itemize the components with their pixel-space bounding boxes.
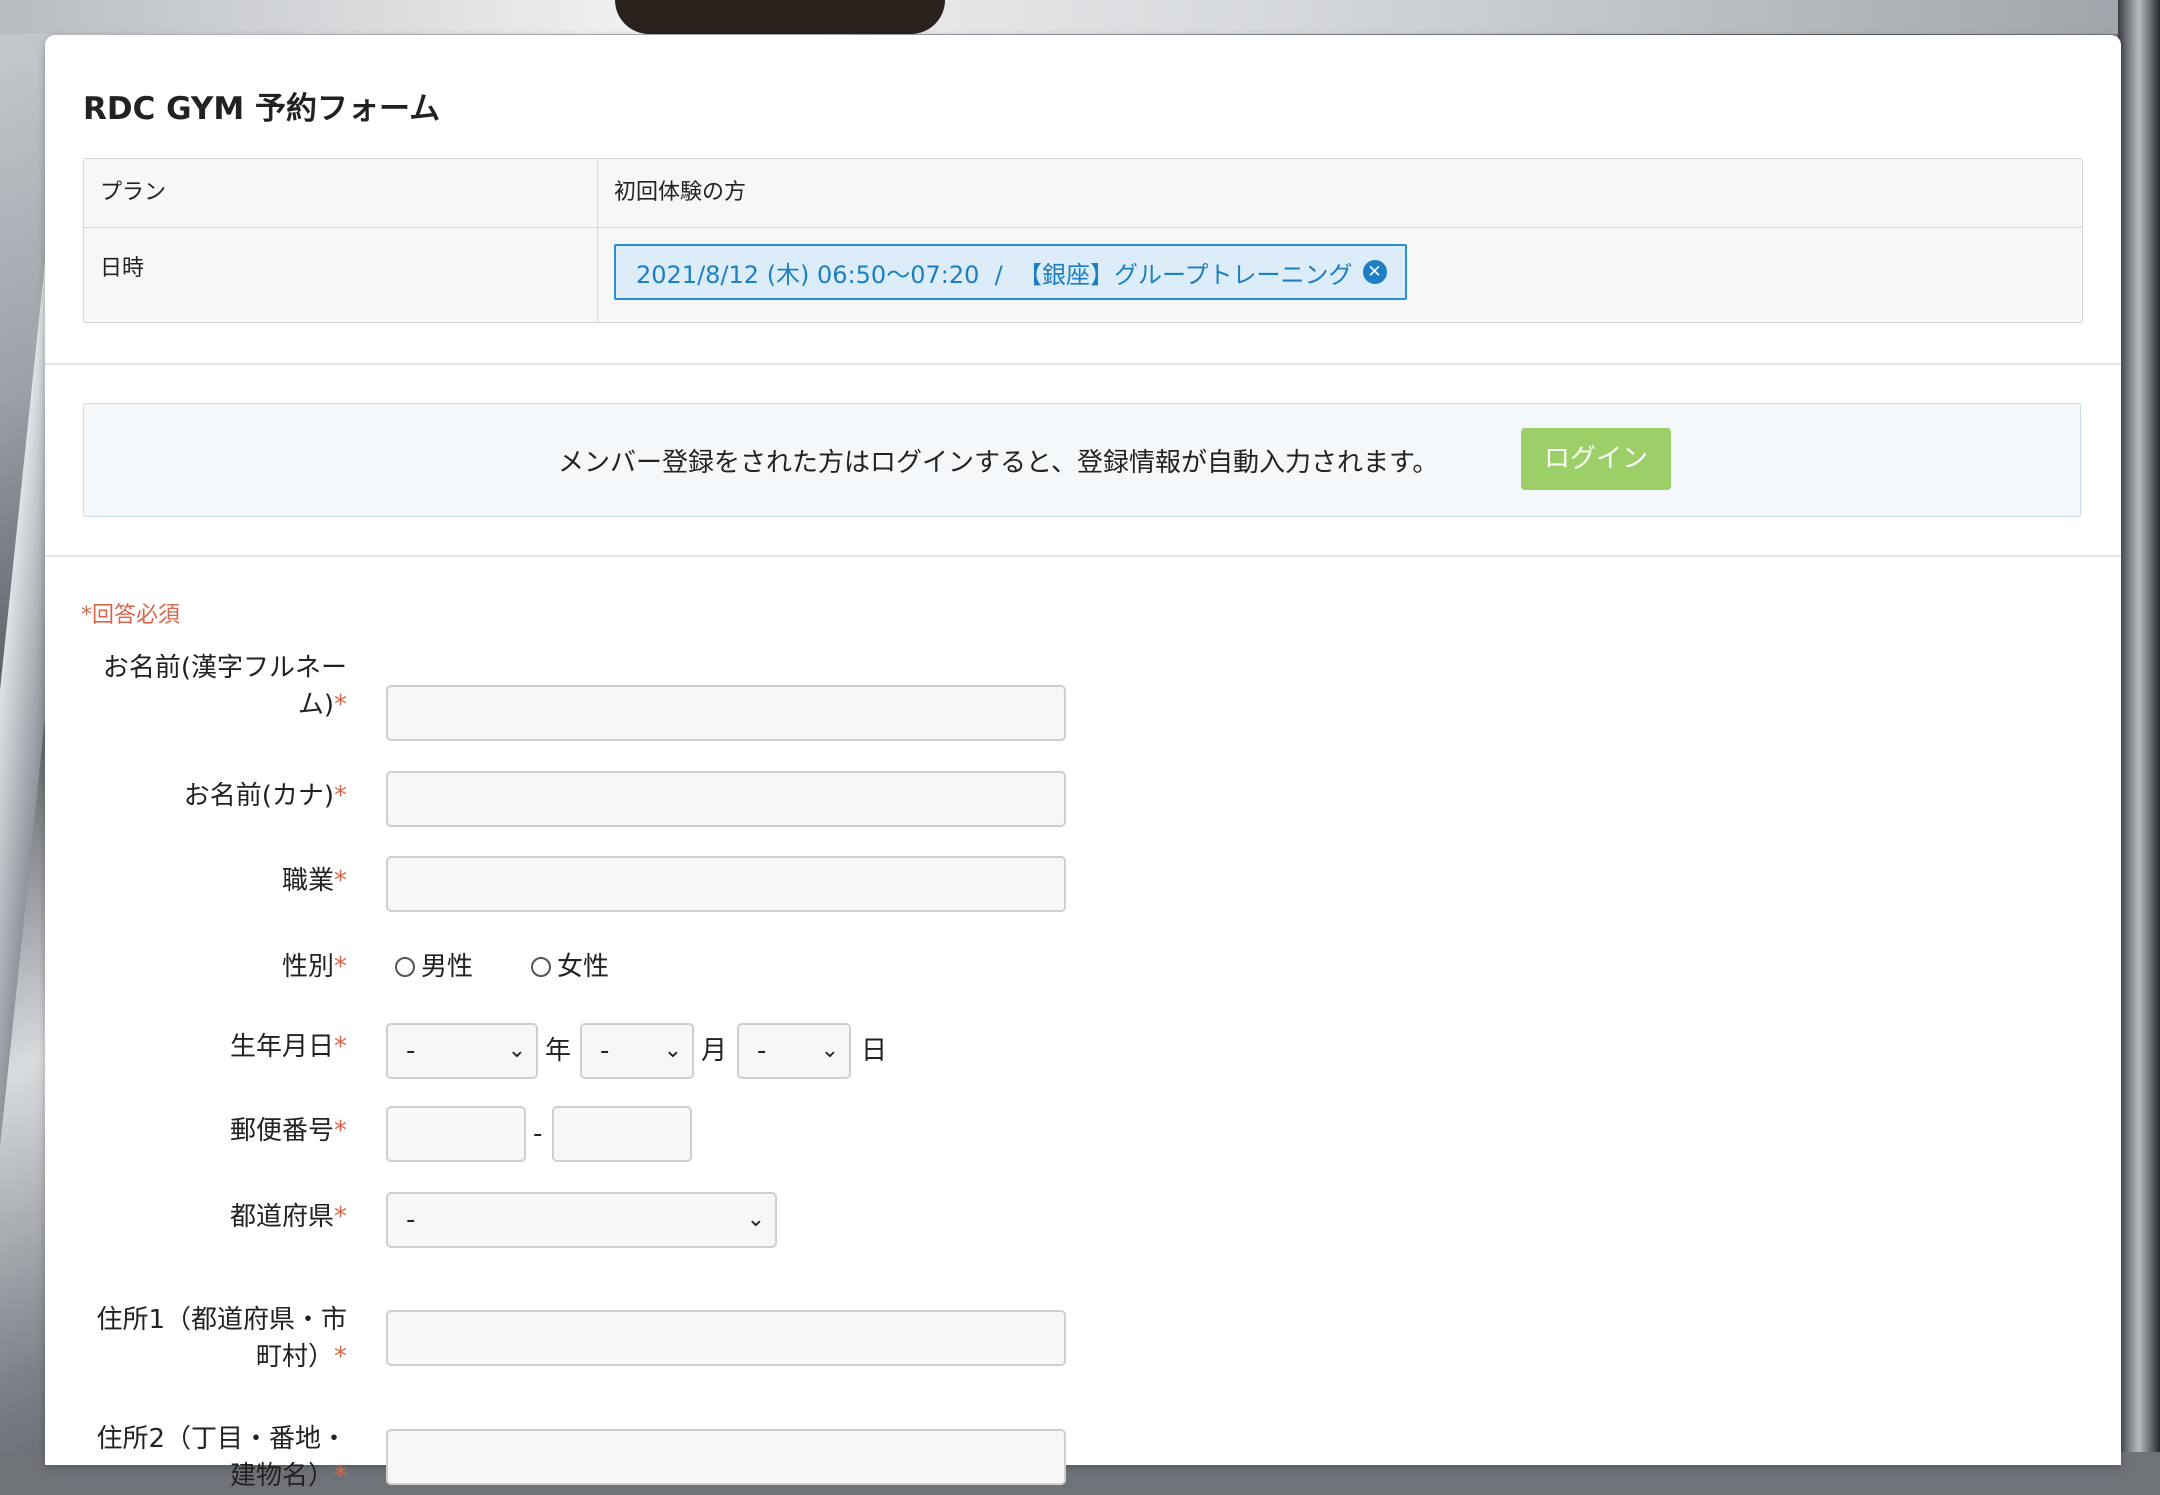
- prefecture-select[interactable]: - ⌄: [386, 1192, 777, 1248]
- reservation-chip-text: 2021/8/12 (木) 06:50〜07:20 / 【銀座】グループトレーニ…: [636, 260, 1353, 289]
- radio-circle-icon[interactable]: [395, 957, 415, 977]
- gender-male-radio[interactable]: 男性: [395, 939, 473, 995]
- postal-label: 郵便番号*: [229, 1116, 347, 1146]
- birth-day-select[interactable]: - ⌄: [737, 1023, 851, 1079]
- year-unit: 年: [545, 1036, 572, 1066]
- birth-year-select[interactable]: - ⌄: [386, 1023, 538, 1079]
- chevron-down-icon: ⌄: [663, 1038, 682, 1063]
- reservation-summary-table: プラン 初回体験の方 日時 2021/8/12 (木) 06:50〜07:20 …: [83, 158, 2083, 323]
- address2-label: 住所2（丁目・番地・ 建物名）*: [96, 1424, 347, 1491]
- postal-code-second-input[interactable]: [552, 1106, 692, 1162]
- birthdate-label: 生年月日*: [229, 1032, 347, 1062]
- name-kanji-input[interactable]: [386, 685, 1066, 741]
- name-kana-input[interactable]: [386, 771, 1066, 827]
- gender-label: 性別*: [281, 952, 347, 982]
- occupation-input[interactable]: [386, 856, 1066, 912]
- login-button[interactable]: ログイン: [1521, 428, 1671, 490]
- summary-row-plan: プラン 初回体験の方: [84, 159, 2082, 228]
- address2-input[interactable]: [386, 1429, 1066, 1485]
- plan-label: プラン: [84, 159, 598, 227]
- name-kana-label: お名前(カナ)*: [183, 781, 347, 811]
- datetime-label: 日時: [84, 228, 598, 322]
- chevron-down-icon: ⌄: [746, 1207, 765, 1232]
- occupation-label: 職業*: [281, 866, 347, 896]
- required-note: *回答必須: [81, 603, 181, 628]
- postal-code-first-input[interactable]: [386, 1106, 526, 1162]
- address1-input[interactable]: [386, 1310, 1066, 1366]
- gender-female-radio[interactable]: 女性: [531, 939, 609, 995]
- birth-month-select[interactable]: - ⌄: [580, 1023, 694, 1079]
- reservation-chip: 2021/8/12 (木) 06:50〜07:20 / 【銀座】グループトレーニ…: [614, 244, 1407, 300]
- remove-reservation-icon[interactable]: ✕: [1362, 260, 1387, 284]
- chevron-down-icon: ⌄: [507, 1038, 526, 1063]
- chevron-down-icon: ⌄: [820, 1038, 839, 1063]
- address1-label: 住所1（都道府県・市 町村）*: [96, 1305, 347, 1372]
- form-title: RDC GYM 予約フォーム: [83, 91, 441, 127]
- datetime-value: 2021/8/12 (木) 06:50〜07:20 / 【銀座】グループトレーニ…: [598, 228, 2082, 322]
- month-unit: 月: [701, 1036, 728, 1066]
- section-divider: [45, 363, 2121, 365]
- login-notice-box: メンバー登録をされた方はログインすると、登録情報が自動入力されます。 ログイン: [83, 403, 2081, 517]
- radio-circle-icon[interactable]: [531, 957, 551, 977]
- name-kanji-label: お名前(漢字フルネー ム)*: [102, 653, 347, 720]
- prefecture-label: 都道府県*: [229, 1202, 347, 1232]
- plan-value: 初回体験の方: [614, 180, 747, 205]
- postal-separator: -: [533, 1119, 543, 1149]
- day-unit: 日: [861, 1036, 888, 1066]
- login-message: メンバー登録をされた方はログインすると、登録情報が自動入力されます。: [558, 448, 1439, 478]
- reservation-form-card: RDC GYM 予約フォーム プラン 初回体験の方 日時 2021/8/12 (…: [45, 35, 2121, 1491]
- section-divider: [45, 555, 2121, 557]
- summary-row-datetime: 日時 2021/8/12 (木) 06:50〜07:20 / 【銀座】グループト…: [84, 228, 2082, 322]
